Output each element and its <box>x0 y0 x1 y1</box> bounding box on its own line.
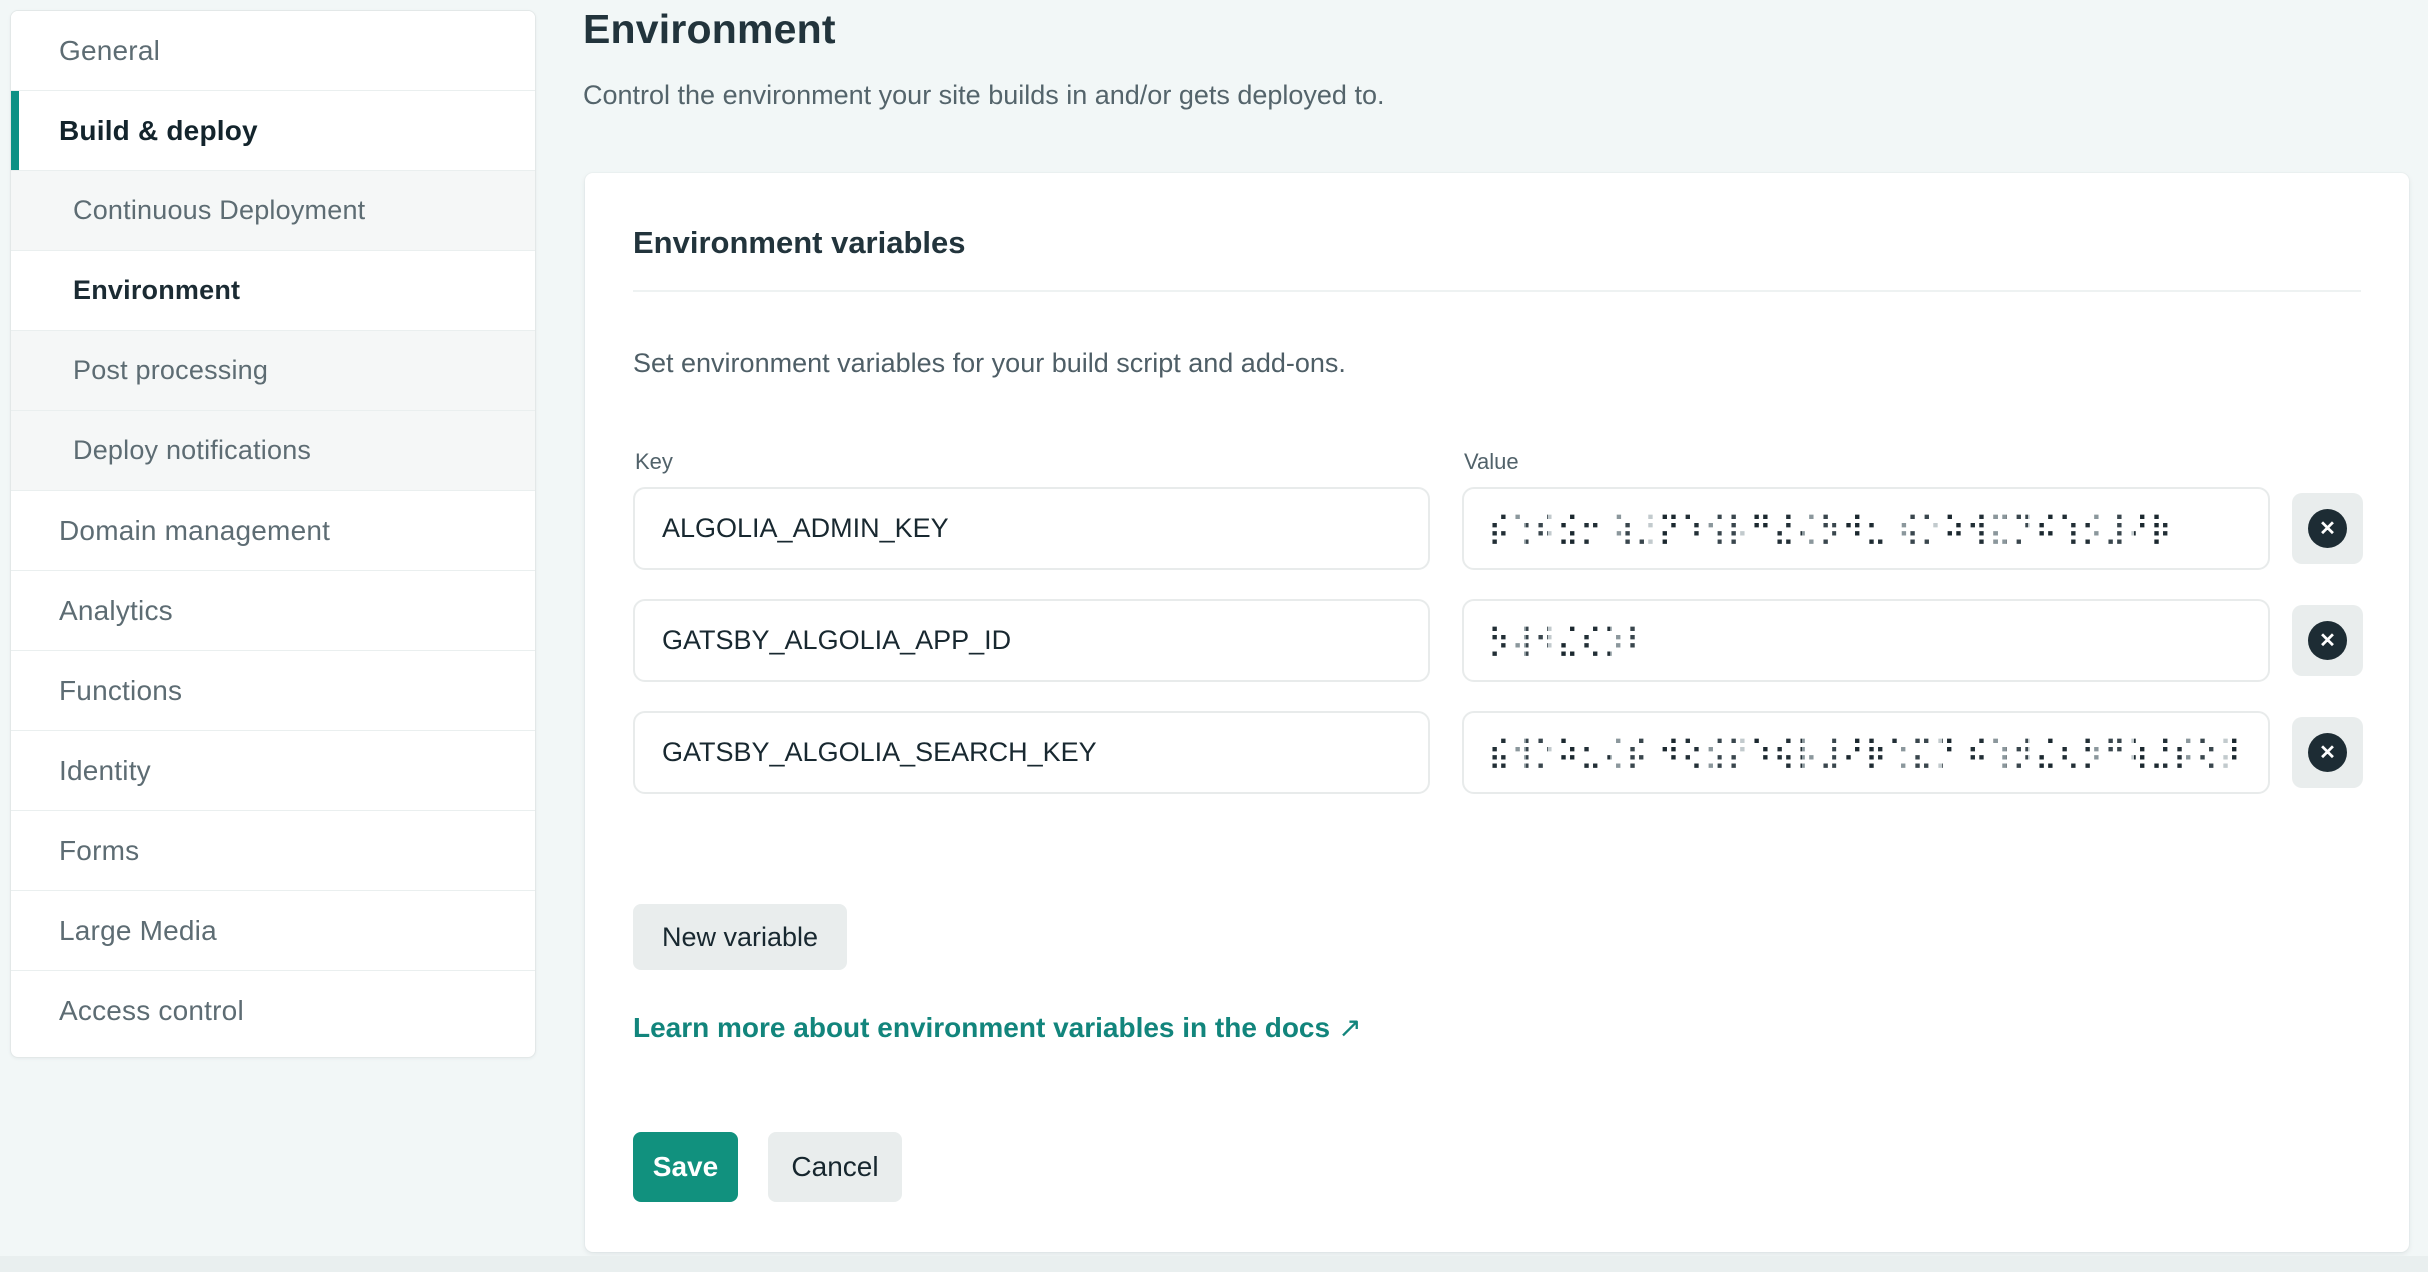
sidebar-item-build-deploy[interactable]: Build & deploy <box>11 91 535 171</box>
x-circle-icon: ✕ <box>2308 509 2347 548</box>
sidebar-item-continuous-deployment[interactable]: Continuous Deployment <box>11 171 535 251</box>
cancel-button[interactable]: Cancel <box>768 1132 902 1202</box>
sidebar-item-functions[interactable]: Functions <box>11 651 535 731</box>
sidebar-item-analytics[interactable]: Analytics <box>11 571 535 651</box>
delete-variable-button[interactable]: ✕ <box>2292 605 2363 676</box>
env-var-row: ⡮⢑⠮⣪⡒ ⢵⣘⡝⠱⢪⡧⠛⣜⢌⡳⠺⣂ ⢮⡑⠵⢺⣍⡙⠮⢱⡪⣸⠜⡷ ✕ <box>585 487 2409 570</box>
card-heading: Environment variables <box>633 225 966 261</box>
new-variable-button[interactable]: New variable <box>633 904 847 970</box>
masked-value-text: ⡮⢑⠮⣪⡒ ⢵⣘⡝⠱⢪⡧⠛⣜⢌⡳⠺⣂ ⢮⡑⠵⢺⣍⡙⠮⢱⡪⣸⠜⡷ <box>1488 514 2173 544</box>
sidebar-item-environment[interactable]: Environment <box>11 251 535 331</box>
value-input[interactable]: ⣮⢺⡑⠵⣂⢌⡮ ⠺⢕⣪⡝⠱⢮⡧⣸⠜⡷⢑⣍⡙ ⠮⢱⡺⣌⢆⡳⠛⢵⣘⡮⢕⡽ <box>1462 711 2270 794</box>
divider <box>633 290 2361 292</box>
key-input[interactable] <box>633 711 1430 794</box>
environment-variables-card: Environment variables Set environment va… <box>585 173 2409 1252</box>
env-var-row: ⣮⢺⡑⠵⣂⢌⡮ ⠺⢕⣪⡝⠱⢮⡧⣸⠜⡷⢑⣍⡙ ⠮⢱⡺⣌⢆⡳⠛⢵⣘⡮⢕⡽ ✕ <box>585 711 2409 794</box>
docs-link[interactable]: Learn more about environment variables i… <box>633 1011 1362 1044</box>
sidebar-item-forms[interactable]: Forms <box>11 811 535 891</box>
x-circle-icon: ✕ <box>2308 621 2347 660</box>
sidebar-item-large-media[interactable]: Large Media <box>11 891 535 971</box>
sidebar-item-deploy-notifications[interactable]: Deploy notifications <box>11 411 535 491</box>
env-var-row: ⡳⢼⠺⣌⢎⡱⠇ ✕ <box>585 599 2409 682</box>
external-link-arrow-icon: ↗ <box>1338 1012 1361 1043</box>
masked-value-text: ⡳⢼⠺⣌⢎⡱⠇ <box>1488 626 1649 656</box>
sidebar-item-domain-management[interactable]: Domain management <box>11 491 535 571</box>
page-subtitle: Control the environment your site builds… <box>583 80 1384 111</box>
key-input[interactable] <box>633 599 1430 682</box>
environment-settings-page: General Build & deploy Continuous Deploy… <box>0 0 2428 1272</box>
value-column-label: Value <box>1464 449 1519 475</box>
settings-sidebar: General Build & deploy Continuous Deploy… <box>10 10 536 1058</box>
delete-variable-button[interactable]: ✕ <box>2292 493 2363 564</box>
sidebar-item-post-processing[interactable]: Post processing <box>11 331 535 411</box>
delete-variable-button[interactable]: ✕ <box>2292 717 2363 788</box>
x-circle-icon: ✕ <box>2308 733 2347 772</box>
page-bottom-strip <box>0 1256 2428 1272</box>
sidebar-item-general[interactable]: General <box>11 11 535 91</box>
save-button[interactable]: Save <box>633 1132 738 1202</box>
key-column-label: Key <box>635 449 673 475</box>
key-input[interactable] <box>633 487 1430 570</box>
sidebar-item-access-control[interactable]: Access control <box>11 971 535 1051</box>
docs-link-label: Learn more about environment variables i… <box>633 1012 1330 1043</box>
value-input[interactable]: ⡳⢼⠺⣌⢎⡱⠇ <box>1462 599 2270 682</box>
sidebar-item-identity[interactable]: Identity <box>11 731 535 811</box>
page-title: Environment <box>583 6 836 53</box>
masked-value-text: ⣮⢺⡑⠵⣂⢌⡮ ⠺⢕⣪⡝⠱⢮⡧⣸⠜⡷⢑⣍⡙ ⠮⢱⡺⣌⢆⡳⠛⢵⣘⡮⢕⡽ <box>1488 738 2242 768</box>
value-input[interactable]: ⡮⢑⠮⣪⡒ ⢵⣘⡝⠱⢪⡧⠛⣜⢌⡳⠺⣂ ⢮⡑⠵⢺⣍⡙⠮⢱⡪⣸⠜⡷ <box>1462 487 2270 570</box>
card-description: Set environment variables for your build… <box>633 348 1346 379</box>
active-indicator-bar <box>11 91 19 170</box>
